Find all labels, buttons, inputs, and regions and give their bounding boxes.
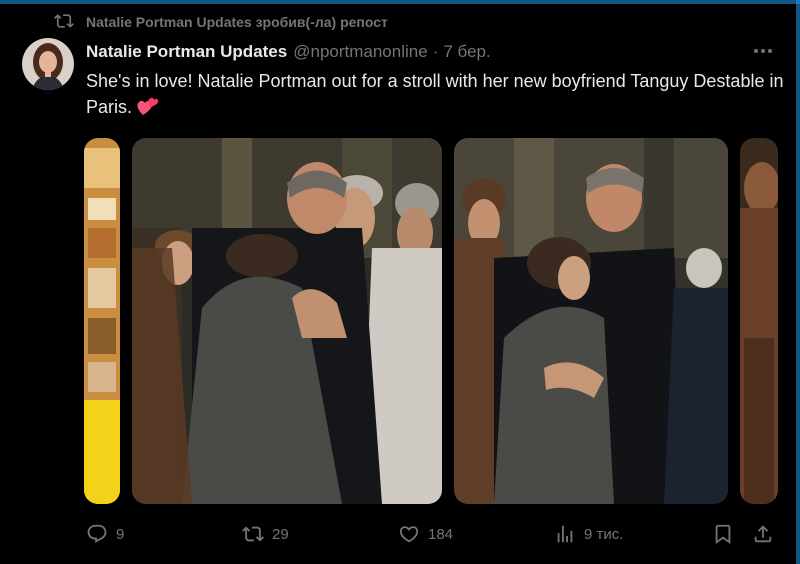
reply-icon <box>87 524 107 543</box>
repost-count: 29 <box>272 525 289 543</box>
window-frame-right <box>796 0 800 564</box>
avatar[interactable] <box>22 38 74 90</box>
user-handle[interactable]: @nportmanonline <box>293 42 427 62</box>
bookmark-button[interactable] <box>712 522 734 546</box>
tweet-actions: 9 29 184 9 тис. <box>86 522 776 546</box>
repost-icon <box>242 526 264 542</box>
views-button[interactable]: 9 тис. <box>554 522 623 546</box>
repost-banner-text: Natalie Portman Updates зробив(-ла) репо… <box>86 14 388 30</box>
share-icon <box>754 525 772 543</box>
reply-count: 9 <box>116 525 125 543</box>
media-tile-3[interactable] <box>454 138 728 504</box>
like-count: 184 <box>428 525 454 543</box>
heart-emoji <box>136 95 160 124</box>
share-button[interactable] <box>752 522 774 546</box>
media-tile-2[interactable] <box>132 138 442 504</box>
more-horizontal-icon <box>754 49 772 53</box>
heart-icon <box>399 526 419 543</box>
repost-banner[interactable]: Natalie Portman Updates зробив(-ла) репо… <box>54 12 388 32</box>
views-chart-icon <box>557 525 573 543</box>
window-frame-top <box>0 0 800 4</box>
tweet-timestamp[interactable]: 7 бер. <box>443 42 490 62</box>
media-tile-4[interactable] <box>740 138 778 504</box>
reply-button[interactable]: 9 <box>86 522 124 546</box>
header-separator: · <box>432 42 439 61</box>
tweet-header: Natalie Portman Updates @nportmanonline … <box>86 40 491 64</box>
tweet-body: She's in love! Natalie Portman out for a… <box>86 68 786 124</box>
repost-button[interactable]: 29 <box>242 522 289 546</box>
display-name[interactable]: Natalie Portman Updates <box>86 42 287 62</box>
like-button[interactable]: 184 <box>398 522 453 546</box>
views-count: 9 тис. <box>584 525 624 543</box>
bookmark-icon <box>715 524 731 545</box>
tweet-text: She's in love! Natalie Portman out for a… <box>86 71 784 117</box>
repost-icon <box>54 11 74 34</box>
more-options-button[interactable] <box>752 40 774 62</box>
media-tile-1[interactable] <box>84 138 120 504</box>
